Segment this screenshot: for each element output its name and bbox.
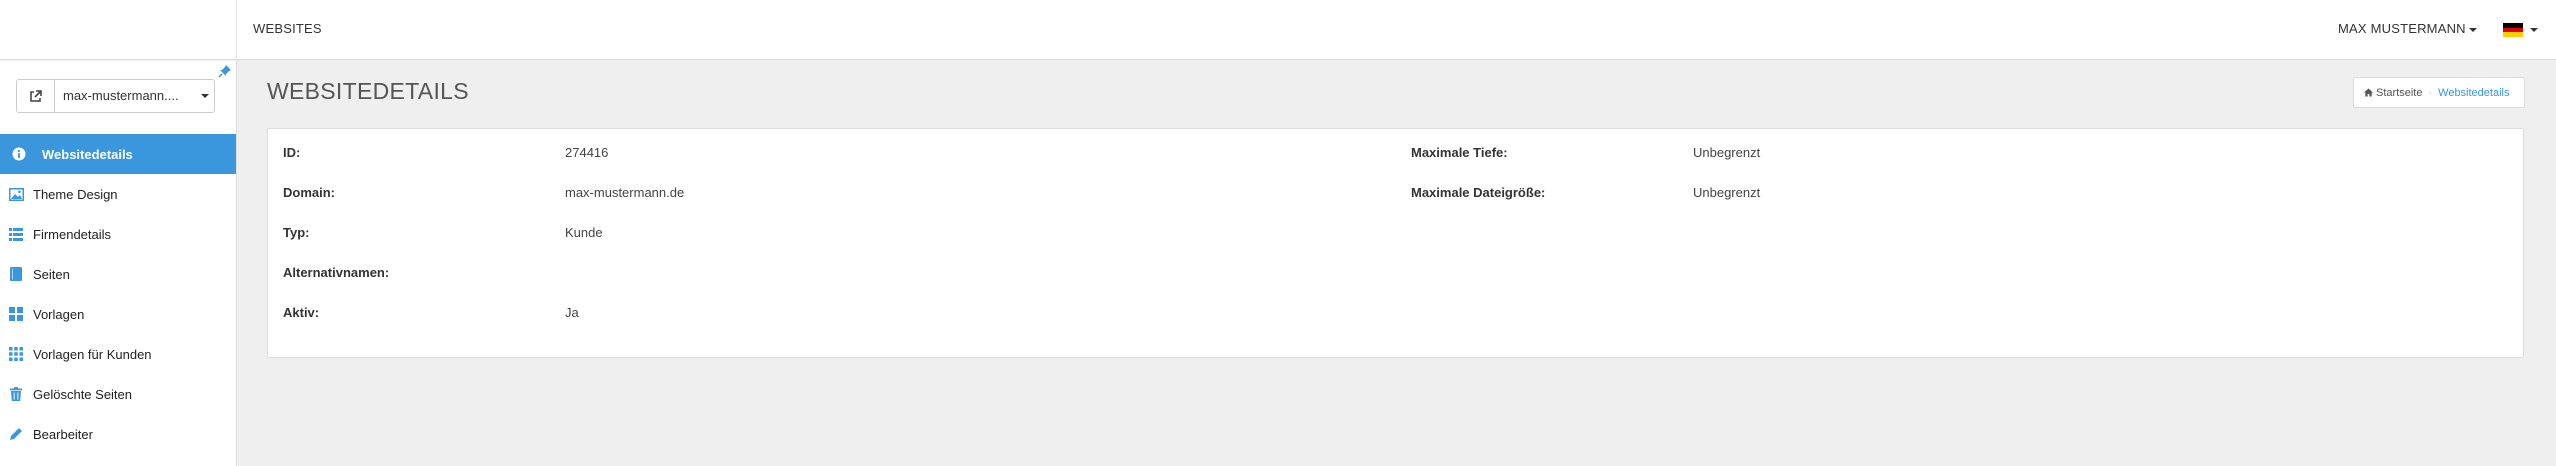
detail-value-domain: max-mustermann.de [565,185,685,200]
german-flag-icon [2503,23,2523,38]
top-navbar: WEBSITES MAX MUSTERMANN [0,0,2556,60]
sidebar-item-label: Gelöschte Seiten [33,386,133,402]
detail-value-typ: Kunde [565,225,603,240]
sidebar-item-label: Websitedetails [42,146,133,162]
sidebar-item-theme-design[interactable]: Theme Design [0,174,236,214]
pin-icon[interactable] [218,64,232,78]
home-icon [2364,88,2373,97]
image-icon [8,186,24,202]
sidebar-item-label: Vorlagen [33,306,85,322]
chevron-down-icon [2530,28,2538,32]
detail-label-domain: Domain: [283,185,335,200]
breadcrumb-current: Websitedetails [2438,86,2510,99]
detail-label-typ: Typ: [283,225,310,240]
chevron-down-icon [2468,27,2477,32]
breadcrumb-home-link[interactable]: Startseite [2364,87,2422,99]
sidebar-item-label: Theme Design [33,186,118,202]
sidebar-menu: Websitedetails Theme Design Firmendetail… [0,134,236,454]
detail-label-maximale-dateigroesse: Maximale Dateigröße: [1411,185,1546,200]
website-details-panel: ID: 274416 Domain: max-mustermann.de Typ… [267,128,2524,358]
chevron-down-icon [196,80,214,112]
list-icon [8,226,24,242]
sidebar-item-label: Firmendetails [33,226,112,242]
language-dropdown[interactable] [2503,22,2538,38]
detail-value-maximale-tiefe: Unbegrenzt [1693,145,1761,160]
book-icon [8,266,24,282]
detail-value-id: 274416 [565,145,609,160]
sidebar-item-bearbeiter[interactable]: Bearbeiter [0,414,236,454]
user-menu-dropdown[interactable]: MAX MUSTERMANN [2338,0,2477,60]
sidebar-item-geloeschte-seiten[interactable]: Gelöschte Seiten [0,374,236,414]
sidebar-item-label: Bearbeiter [33,426,93,442]
pencil-icon [8,426,24,442]
detail-value-maximale-dateigroesse: Unbegrenzt [1693,185,1761,200]
breadcrumb-home-label: Startseite [2376,86,2423,99]
sidebar-item-vorlagen-fuer-kunden[interactable]: Vorlagen für Kunden [0,334,236,374]
nav-websites-link[interactable]: WEBSITES [253,0,322,60]
info-icon [11,146,27,162]
sidebar-item-websitedetails[interactable]: Websitedetails [0,134,236,174]
grid-icon [8,306,24,322]
sidebar-item-firmendetails[interactable]: Firmendetails [0,214,236,254]
website-select-value: max-mustermann.... [63,88,179,103]
detail-label-id: ID: [283,145,301,160]
detail-label-aktiv: Aktiv: [283,305,320,320]
apps-icon [8,346,24,362]
detail-label-alternativnamen: Alternativnamen: [283,265,390,280]
website-select[interactable]: max-mustermann.... [16,79,215,113]
sidebar-item-vorlagen[interactable]: Vorlagen [0,294,236,334]
breadcrumb: Startseite · Websitedetails [2353,77,2525,108]
sidebar-item-seiten[interactable]: Seiten [0,254,236,294]
sidebar: max-mustermann.... Websitedetails Theme … [0,61,237,466]
user-name: MAX MUSTERMANN [2338,21,2466,36]
detail-value-aktiv: Ja [565,305,579,320]
sidebar-item-label: Vorlagen für Kunden [33,346,152,362]
external-link-icon[interactable] [17,80,55,112]
page-title: WEBSITEDETAILS [267,78,469,104]
trash-icon [8,386,24,402]
breadcrumb-separator: · [2428,86,2433,99]
detail-label-maximale-tiefe: Maximale Tiefe: [1411,145,1508,160]
sidebar-item-label: Seiten [33,266,70,282]
brand-area [0,0,237,60]
